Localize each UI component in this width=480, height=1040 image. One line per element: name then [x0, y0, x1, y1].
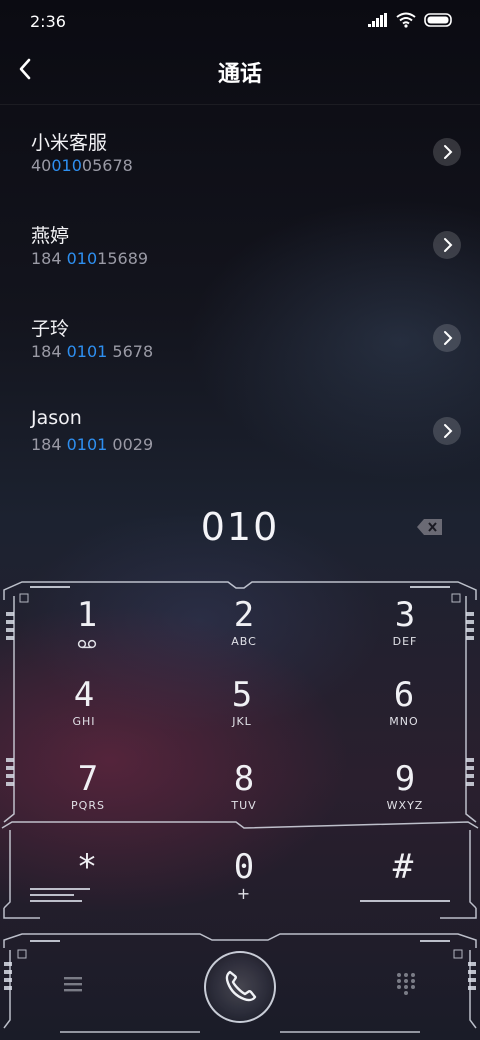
contact-number: 184 0101 5678 — [31, 342, 154, 361]
contact-row[interactable]: 小米客服 4001005678 — [0, 110, 480, 203]
dial-key-0[interactable]: 0 + — [184, 848, 304, 928]
contact-number: 184 0101 0029 — [31, 435, 154, 454]
match-highlight: 0101 — [66, 435, 108, 454]
dial-key-hash[interactable]: # — [343, 848, 463, 928]
match-highlight: 010 — [51, 156, 82, 175]
dial-key-6[interactable]: 6 MNO — [344, 676, 464, 756]
contact-detail-button[interactable] — [433, 231, 461, 259]
contact-name: 燕婷 — [31, 225, 70, 247]
call-button[interactable] — [204, 951, 276, 1023]
contact-row[interactable]: 燕婷 184 01015689 — [0, 203, 480, 296]
menu-button[interactable] — [60, 973, 86, 995]
contact-name: Jason — [31, 407, 82, 429]
contact-detail-button[interactable] — [433, 138, 461, 166]
contact-row[interactable]: Jason 184 0101 0029 — [0, 389, 480, 482]
chevron-right-icon — [444, 331, 453, 345]
wifi-icon — [396, 12, 416, 28]
chevron-right-icon — [444, 424, 453, 438]
signal-icon — [368, 13, 387, 27]
status-time: 2:36 — [30, 12, 66, 31]
header-divider — [0, 104, 480, 105]
dial-key-5[interactable]: 5 JKL — [182, 676, 302, 756]
contact-suggestion-list: 小米客服 4001005678 燕婷 184 01015689 子玲 184 0… — [0, 110, 480, 482]
dial-key-2[interactable]: 2 ABC — [184, 596, 304, 676]
dial-input-display: 010 — [200, 505, 280, 549]
backspace-button[interactable] — [416, 518, 444, 536]
page-title: 通话 — [217, 62, 262, 87]
contact-row[interactable]: 子玲 184 0101 5678 — [0, 296, 480, 389]
backspace-icon — [417, 519, 442, 535]
match-highlight: 010 — [66, 249, 98, 268]
header: 通话 — [0, 46, 480, 96]
status-bar: 2:36 — [0, 0, 480, 42]
contact-number: 4001005678 — [31, 156, 133, 175]
battery-icon — [424, 13, 452, 27]
dial-key-3[interactable]: 3 DEF — [345, 596, 465, 676]
contact-number: 184 01015689 — [31, 249, 149, 268]
dial-key-7[interactable]: 7 PQRS — [28, 760, 148, 840]
menu-icon — [64, 977, 82, 992]
chevron-right-icon — [444, 238, 453, 252]
contact-detail-button[interactable] — [433, 417, 461, 445]
chevron-right-icon — [444, 145, 453, 159]
bottom-action-bar — [0, 935, 480, 1035]
dial-key-star[interactable]: * — [27, 848, 147, 928]
dial-key-9[interactable]: 9 WXYZ — [345, 760, 465, 840]
dial-key-1[interactable]: 1 — [27, 596, 147, 676]
contact-name: 子玲 — [31, 318, 70, 340]
contact-name: 小米客服 — [31, 132, 108, 154]
phone-icon — [225, 970, 257, 1002]
dialpad-icon — [397, 973, 415, 995]
match-highlight: 0101 — [66, 342, 108, 361]
dialpad-toggle-button[interactable] — [394, 971, 418, 997]
dial-key-4[interactable]: 4 GHI — [24, 676, 144, 756]
contact-detail-button[interactable] — [433, 324, 461, 352]
dial-key-8[interactable]: 8 TUV — [184, 760, 304, 840]
voicemail-icon — [77, 639, 97, 649]
